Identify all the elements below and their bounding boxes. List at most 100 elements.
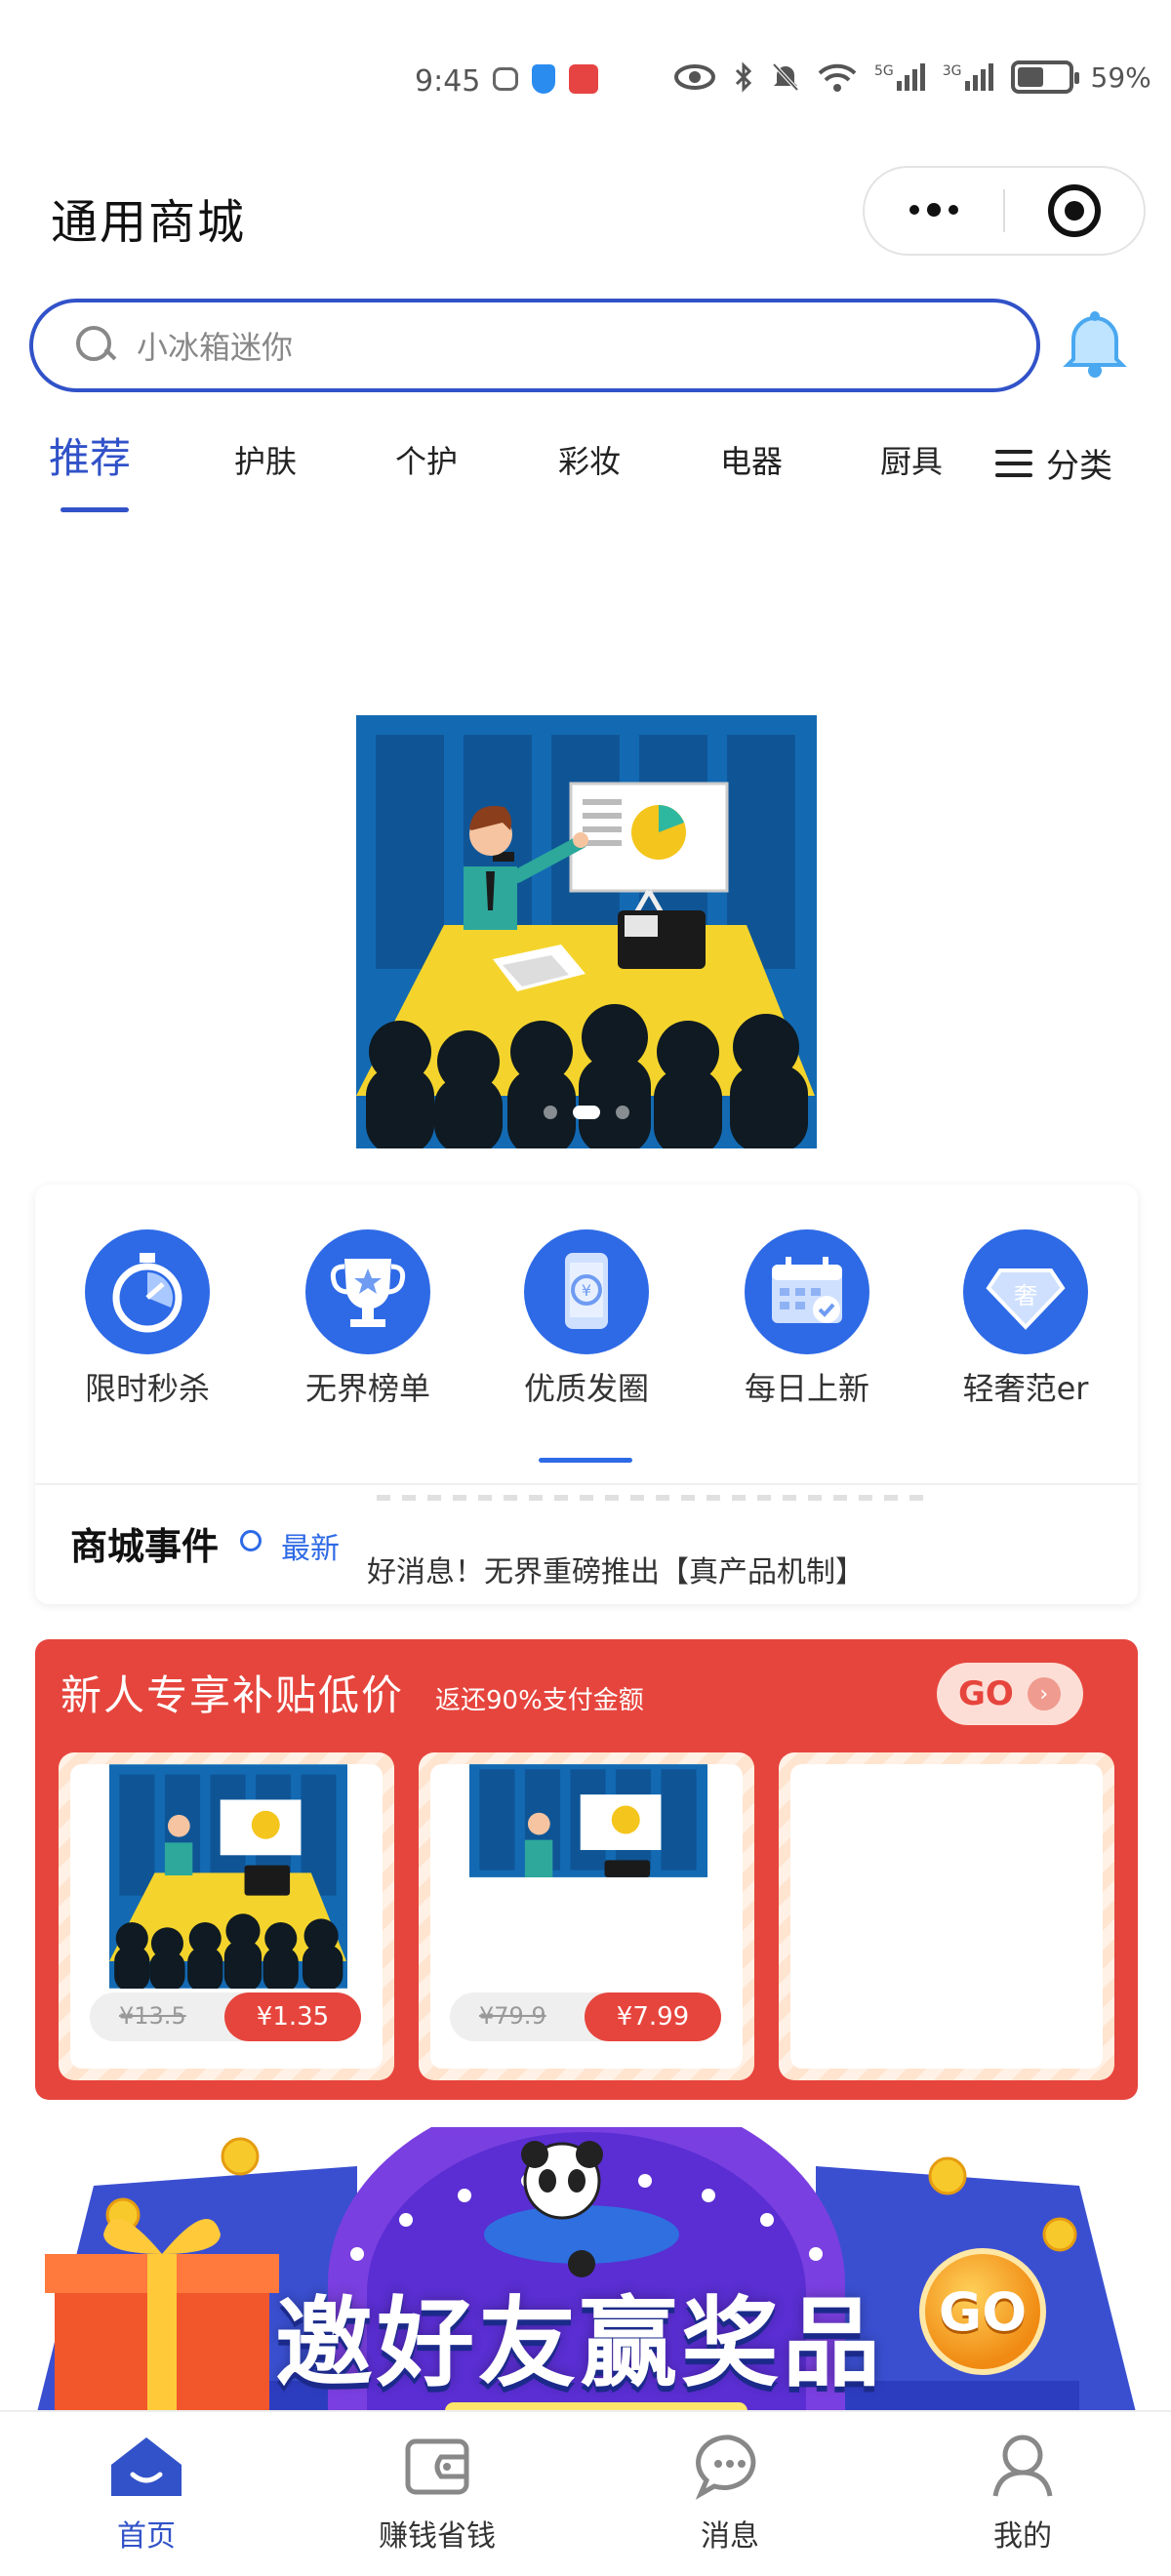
quick-nav-page-indicator xyxy=(539,1458,632,1463)
search-placeholder: 小冰箱迷你 xyxy=(137,329,294,366)
chevron-right-icon: › xyxy=(1027,1677,1061,1711)
nav-label: 我的 xyxy=(993,2519,1052,2554)
original-price: ¥79.9 xyxy=(479,2002,546,2030)
product-image xyxy=(469,1764,707,1877)
tv-app-icon xyxy=(493,67,518,91)
tab-kitchenware[interactable]: 厨具 xyxy=(880,437,943,482)
presentation-illustration xyxy=(356,715,817,1148)
battery-percent: 59% xyxy=(1090,60,1151,94)
nav-messages[interactable]: 消息 xyxy=(632,2432,828,2555)
signal-3g-icon: 3G xyxy=(943,63,993,91)
news-section-title: 商城事件 xyxy=(70,1525,220,1568)
carousel-dot[interactable] xyxy=(544,1106,557,1119)
nav-label: 赚钱省钱 xyxy=(379,2519,496,2554)
network-3g-label: 3G xyxy=(942,63,962,79)
app-bar: 通用商城 xyxy=(0,166,1171,293)
subsidy-go-button[interactable]: GO › xyxy=(937,1663,1083,1725)
category-tabs: 推荐 护肤 个护 彩妆 电器 厨具 分类 xyxy=(0,420,1171,527)
status-time: 9:45 xyxy=(415,64,481,99)
home-icon xyxy=(111,2437,182,2496)
nav-label: 首页 xyxy=(117,2519,176,2554)
notification-bell-icon[interactable] xyxy=(1060,304,1130,382)
tab-appliances[interactable]: 电器 xyxy=(720,437,783,482)
quick-nav-ranking[interactable]: 无界榜单 xyxy=(275,1229,461,1409)
status-system-icons: 5G 3G 59% xyxy=(673,60,1151,94)
tab-personal-care[interactable]: 个护 xyxy=(395,437,458,482)
miniprogram-capsule xyxy=(863,166,1146,256)
product-card[interactable]: ¥13.5 ¥1.35 xyxy=(59,1752,394,2080)
menu-icon xyxy=(995,449,1032,477)
bottom-navigation: 首页 赚钱省钱 消息 我的 xyxy=(0,2410,1171,2576)
quick-nav-label: 限时秒杀 xyxy=(84,1370,210,1407)
new-user-subsidy-section: 新人专享补贴低价 返还90%支付金额 GO › ¥13.5 ¥1.35 ¥79.… xyxy=(35,1639,1138,2100)
chat-icon xyxy=(695,2435,756,2500)
category-label: 分类 xyxy=(1046,447,1112,486)
news-headline[interactable]: 好消息！无界重磅推出【真产品机制】 xyxy=(367,1548,865,1590)
battery-icon xyxy=(1010,60,1079,94)
price-bar: ¥13.5 ¥1.35 xyxy=(90,1992,361,2041)
status-bar: 9:45 5G 3G 59% xyxy=(0,0,1171,166)
tab-skincare[interactable]: 护肤 xyxy=(234,437,297,482)
product-card-empty[interactable] xyxy=(779,1752,1114,2080)
invite-friends-banner[interactable]: 邀好友赢奖品 GO xyxy=(35,2127,1138,2420)
nav-earn-save[interactable]: 赚钱省钱 xyxy=(340,2432,535,2555)
news-scroll-ghost xyxy=(377,1495,923,1501)
wifi-icon xyxy=(818,63,857,92)
invite-title: 邀好友赢奖品 xyxy=(275,2286,884,2400)
search-bar[interactable]: 小冰箱迷你 xyxy=(29,299,1040,392)
svg-text:¥: ¥ xyxy=(582,1281,591,1300)
original-price: ¥13.5 xyxy=(119,2002,186,2030)
network-5g-label: 5G xyxy=(874,63,894,79)
more-options-button[interactable] xyxy=(865,203,1003,217)
quick-nav-flash-sale[interactable]: 限时秒杀 xyxy=(55,1229,240,1409)
bluetooth-icon xyxy=(735,61,752,93)
signal-5g-icon: 5G xyxy=(874,63,925,91)
shield-icon xyxy=(532,64,555,94)
carousel-dots xyxy=(356,1106,817,1119)
trophy-icon xyxy=(305,1229,430,1354)
product-card[interactable]: ¥79.9 ¥7.99 xyxy=(419,1752,754,2080)
nav-profile[interactable]: 我的 xyxy=(925,2432,1120,2555)
close-miniprogram-button[interactable] xyxy=(1005,184,1144,237)
stopwatch-icon xyxy=(85,1229,210,1354)
quick-nav-light-luxury[interactable]: 奢 轻奢范er xyxy=(933,1229,1118,1409)
tabs-fade xyxy=(937,420,976,498)
tab-makeup[interactable]: 彩妆 xyxy=(558,437,621,482)
carousel-dot[interactable] xyxy=(616,1106,629,1119)
go-label: GO xyxy=(958,1674,1014,1713)
tab-recommend[interactable]: 推荐 xyxy=(49,425,131,485)
search-icon xyxy=(76,326,115,365)
quick-nav-label: 无界榜单 xyxy=(304,1370,430,1407)
nav-label: 消息 xyxy=(701,2519,759,2554)
sale-price: ¥7.99 xyxy=(585,1992,721,2041)
invite-go-button[interactable]: GO xyxy=(919,2248,1046,2375)
target-icon xyxy=(1048,184,1101,237)
phone-coin-icon: ¥ xyxy=(524,1229,649,1354)
category-button[interactable]: 分类 xyxy=(995,439,1112,487)
user-icon xyxy=(992,2435,1053,2497)
calendar-new-icon xyxy=(745,1229,869,1354)
eye-icon xyxy=(674,64,715,90)
wallet-icon xyxy=(405,2438,469,2495)
product-image xyxy=(109,1764,347,1989)
news-dot-icon xyxy=(240,1530,262,1551)
nav-home[interactable]: 首页 xyxy=(49,2432,244,2555)
status-app-icons xyxy=(493,64,598,94)
book-app-icon xyxy=(569,64,598,94)
svg-text:奢: 奢 xyxy=(1014,1282,1037,1309)
divider xyxy=(35,1483,1138,1485)
sale-price: ¥1.35 xyxy=(224,1992,361,2041)
quick-nav-quality-posts[interactable]: ¥ 优质发圈 xyxy=(494,1229,679,1409)
mute-bell-icon xyxy=(772,62,799,92)
diamond-icon: 奢 xyxy=(963,1229,1088,1354)
promo-banner-carousel[interactable] xyxy=(356,715,817,1148)
quick-nav-label: 每日上新 xyxy=(744,1370,869,1407)
carousel-dot-active[interactable] xyxy=(573,1106,600,1119)
quick-nav-card: 限时秒杀 无界榜单 ¥ 优质发圈 每日上新 奢 轻奢范er 商城事件 最新 好消… xyxy=(35,1185,1138,1604)
quick-nav-label: 轻奢范er xyxy=(962,1370,1089,1407)
app-title: 通用商城 xyxy=(51,195,247,250)
subsidy-title: 新人专享补贴低价 xyxy=(61,1671,405,1719)
quick-nav-daily-new[interactable]: 每日上新 xyxy=(714,1229,900,1409)
subsidy-subtitle: 返还90%支付金额 xyxy=(435,1686,644,1715)
price-bar: ¥79.9 ¥7.99 xyxy=(450,1992,721,2041)
